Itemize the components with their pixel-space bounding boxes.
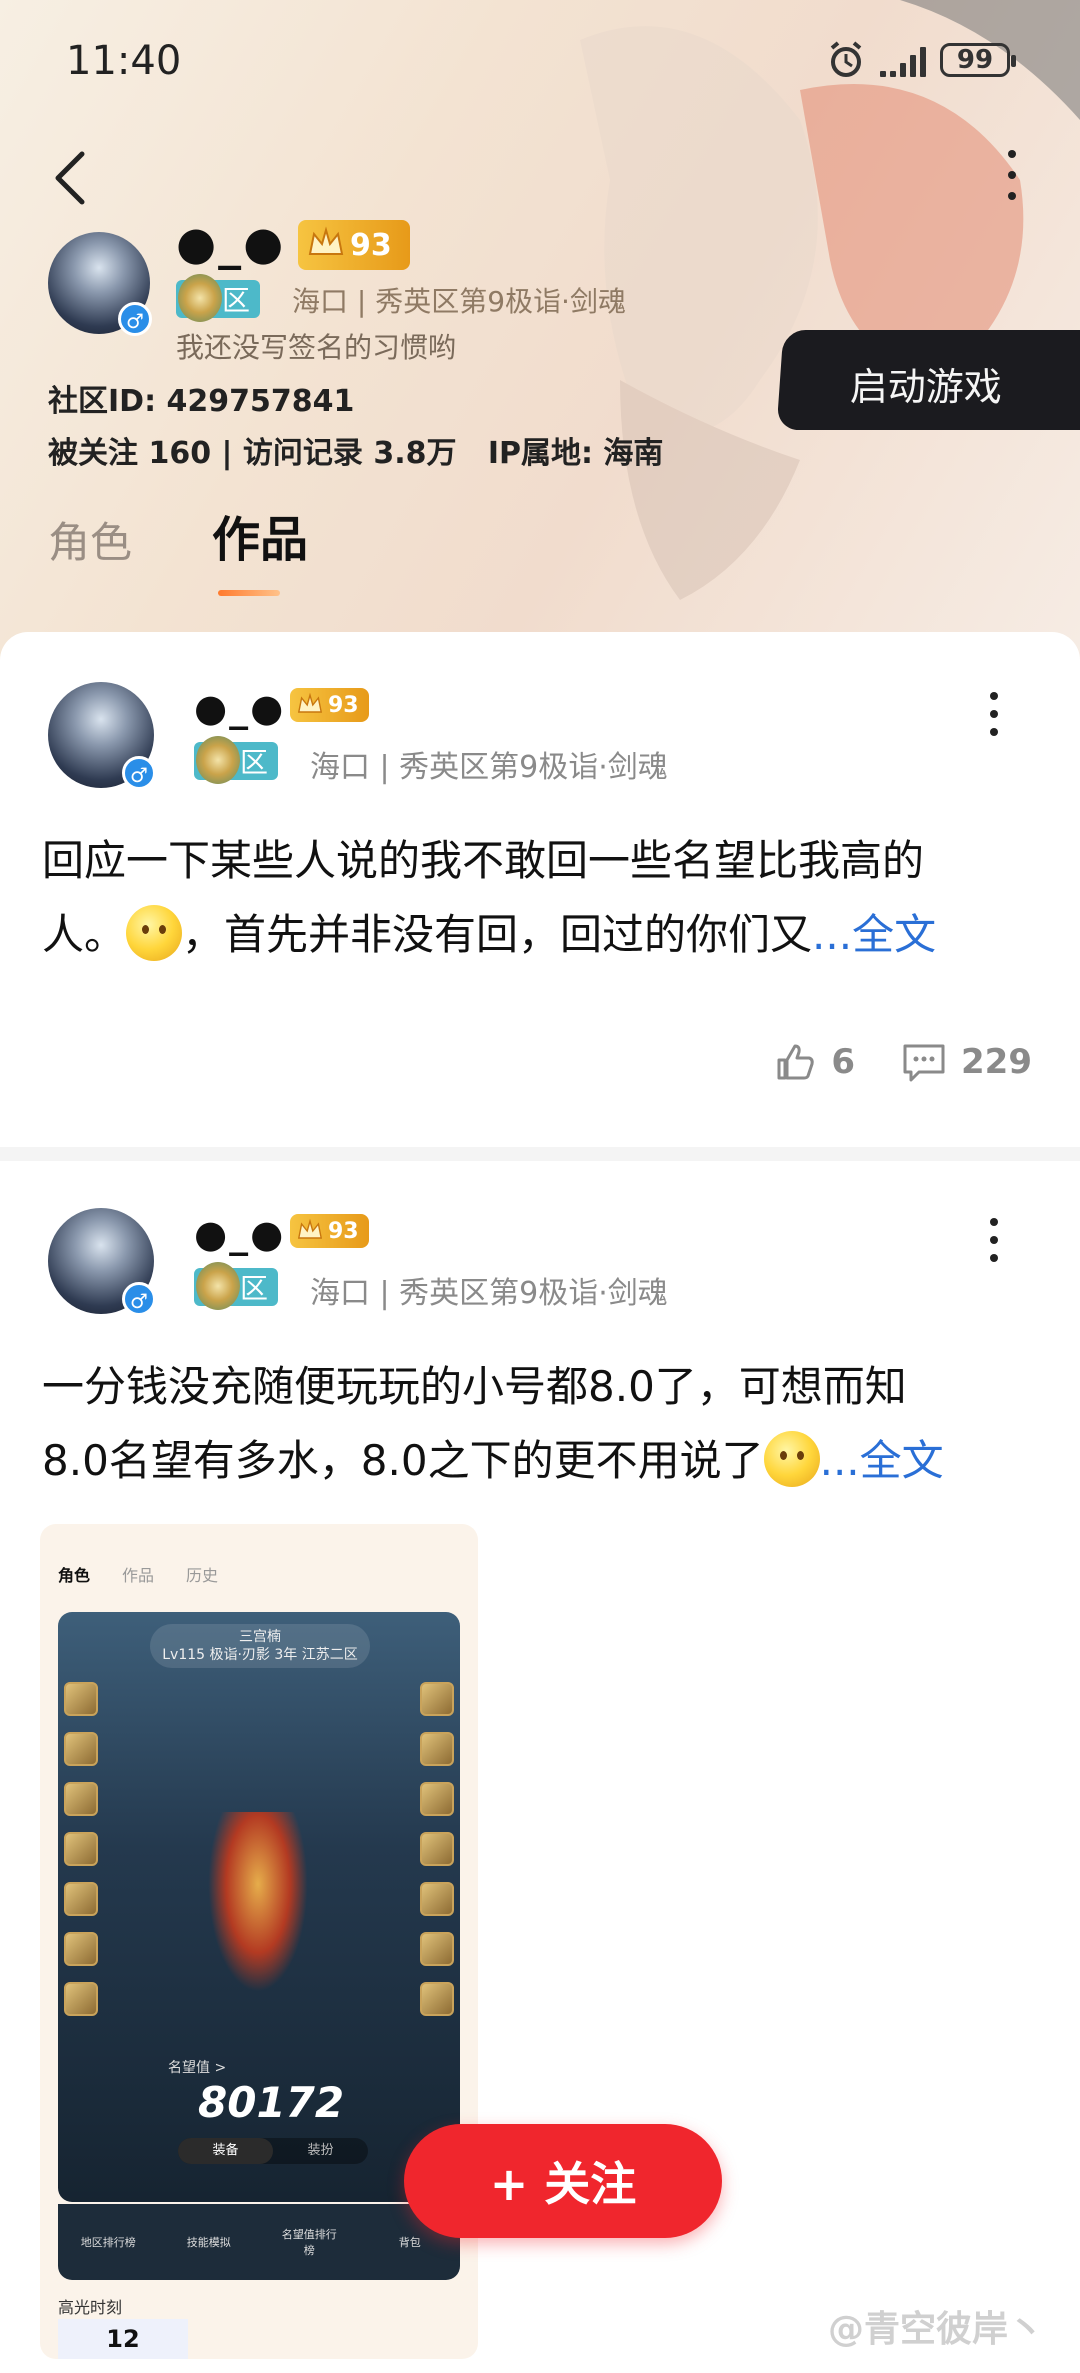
equip-slot — [420, 1782, 454, 1816]
crown-icon — [308, 226, 344, 255]
watermark: @青空彼岸丶 — [827, 2309, 1044, 2350]
equip-slot — [420, 1832, 454, 1866]
smile-emoji-icon — [126, 905, 183, 961]
comment-count: 229 — [961, 1042, 1032, 1082]
equip-slot — [420, 1682, 454, 1716]
crown-icon — [297, 1218, 323, 1239]
crown-icon — [297, 692, 323, 713]
zone-badge: 区 — [194, 736, 279, 784]
post-actions: 6 229 — [773, 1040, 1032, 1084]
tab-characters[interactable]: 角色 — [48, 509, 132, 570]
equip-slot — [64, 1782, 98, 1816]
post-text[interactable]: 一分钱没充随便玩玩的小号都8.0了，可想而知 8.0名望有多水，8.0之下的更不… — [42, 1350, 1042, 1498]
read-more-link[interactable]: ...全文 — [820, 1436, 944, 1485]
male-gender-icon: ♂ — [122, 756, 156, 790]
thumb-tabs: 角色 作品 历史 — [58, 1566, 219, 1585]
post-text[interactable]: 回应一下某些人说的我不敢回一些名望比我高的 人。 ，首先并非没有回，回过的你们又.… — [42, 824, 1042, 972]
comment-button[interactable]: 229 — [901, 1040, 1032, 1084]
community-id: 社区ID: 429757841 — [48, 384, 355, 419]
thumb-character-figure — [208, 1812, 308, 1992]
male-gender-icon: ♂ — [118, 302, 152, 336]
profile-avatar[interactable]: ♂ — [48, 232, 152, 336]
equip-slot — [420, 1882, 454, 1916]
post-divider — [0, 1147, 1080, 1161]
equip-slot — [64, 1982, 98, 2016]
rank-emblem-icon — [196, 1262, 240, 1310]
rank-emblem-icon — [178, 274, 222, 322]
profile-nickname: ●_● — [176, 216, 286, 270]
male-gender-icon: ♂ — [122, 1282, 156, 1316]
post-zone-info: 海口 | 秀英区第9极诣·剑魂 — [310, 750, 668, 785]
equip-slot — [420, 1732, 454, 1766]
post-nickname: ●_● — [194, 1212, 286, 1256]
signal-icon — [880, 43, 926, 77]
equip-slot — [64, 1732, 98, 1766]
thumb-character-name: 三宫楠 Lv115 极诣·刃影 3年 江苏二区 — [150, 1624, 370, 1668]
thumb-highlight-value: 12 — [58, 2319, 188, 2359]
back-icon[interactable] — [46, 148, 96, 208]
like-count: 6 — [831, 1042, 856, 1082]
follow-button[interactable]: + 关注 — [404, 2124, 722, 2238]
profile-signature: 我还没写签名的习惯哟 — [176, 331, 457, 364]
launch-game-button[interactable]: 启动游戏 — [776, 330, 1080, 430]
post-nickname: ●_● — [194, 686, 286, 730]
status-time: 11:40 — [66, 38, 182, 84]
equip-slot — [420, 1932, 454, 1966]
post-more-icon[interactable] — [984, 1218, 1004, 1262]
thumb-score: 80172 — [198, 2078, 345, 2127]
rank-emblem-icon — [196, 736, 240, 784]
more-menu-icon[interactable] — [1002, 150, 1022, 200]
status-bar: 11:40 99 — [0, 0, 1080, 120]
tab-works[interactable]: 作品 — [212, 500, 308, 596]
level-badge: 93 — [298, 220, 410, 270]
smile-emoji-icon — [763, 1431, 820, 1487]
battery-icon: 99 — [940, 43, 1016, 77]
profile-zone-info: 海口 | 秀英区第9极诣·剑魂 — [292, 285, 626, 318]
profile-stats: 被关注 160 | 访问记录 3.8万 IP属地: 海南 — [48, 436, 664, 471]
equip-slot — [420, 1982, 454, 2016]
post-more-icon[interactable] — [984, 692, 1004, 736]
comment-icon — [903, 1044, 945, 1082]
equip-slot — [64, 1932, 98, 1966]
thumb-switch: 装备 装扮 — [178, 2138, 368, 2164]
post-zone-info: 海口 | 秀英区第9极诣·剑魂 — [310, 1276, 668, 1311]
equip-slot — [64, 1682, 98, 1716]
level-badge: 93 — [290, 688, 369, 722]
read-more-link[interactable]: ...全文 — [812, 910, 936, 959]
thumbs-up-icon — [777, 1044, 815, 1080]
level-value: 93 — [350, 227, 392, 263]
thumb-score-label: 名望值 > — [168, 2060, 227, 2076]
equip-slot — [64, 1882, 98, 1916]
zone-badge: 区 — [194, 1262, 279, 1310]
post-avatar[interactable]: ♂ — [48, 1208, 156, 1316]
post-image[interactable]: 角色 作品 历史 三宫楠 Lv115 极诣·刃影 3年 江苏二区 名望值 > 8… — [40, 1524, 478, 2359]
level-badge: 93 — [290, 1214, 369, 1248]
like-button[interactable]: 6 — [773, 1040, 855, 1084]
thumb-highlight-label: 高光时刻 — [58, 2298, 123, 2317]
profile-tabs: 角色 作品 — [48, 500, 308, 596]
alarm-icon — [830, 41, 862, 77]
status-icons: 99 — [826, 40, 1016, 80]
thumb-nav: 地区排行榜 技能模拟 名望值排行榜 背包 — [58, 2204, 460, 2280]
equip-slot — [64, 1832, 98, 1866]
zone-badge: 区 — [176, 274, 261, 322]
post-avatar[interactable]: ♂ — [48, 682, 156, 790]
thumb-character-card: 三宫楠 Lv115 极诣·刃影 3年 江苏二区 名望值 > 80172 装备 装… — [58, 1612, 460, 2202]
